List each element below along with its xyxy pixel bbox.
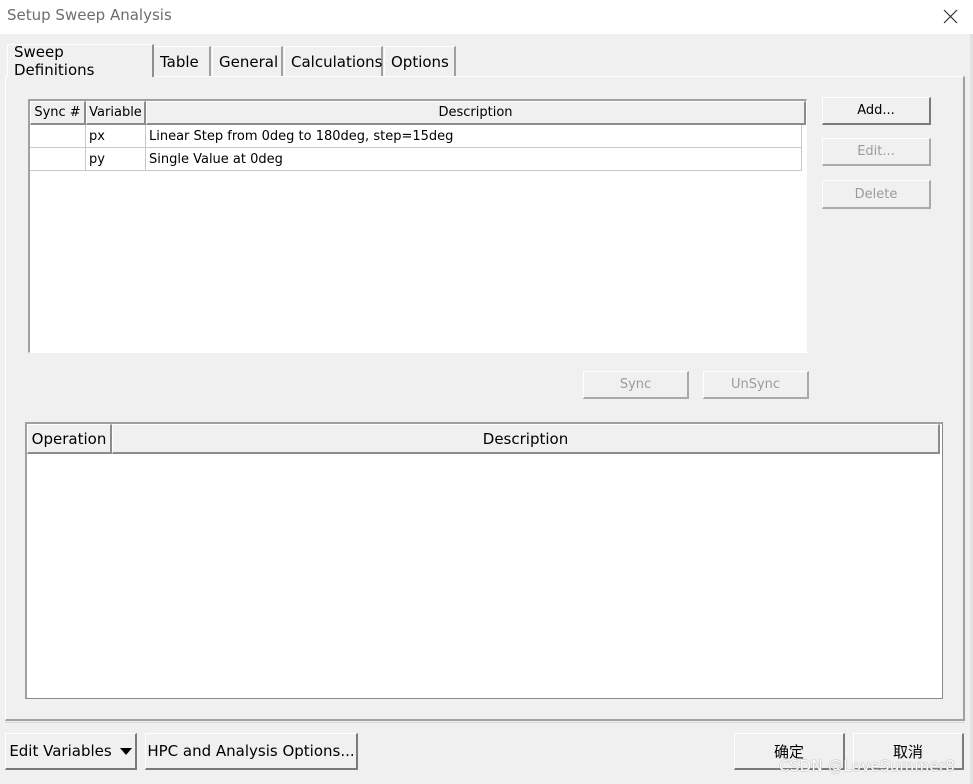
- table-row-variable-cell[interactable]: px: [86, 125, 146, 148]
- tab-options[interactable]: Options: [384, 46, 456, 76]
- edit-button[interactable]: Edit...: [822, 138, 931, 166]
- button-label: Add...: [857, 103, 895, 118]
- table-row-description-cell[interactable]: Single Value at 0deg: [146, 148, 802, 171]
- table-row-sync-cell[interactable]: [30, 148, 86, 171]
- column-header-label: Variable: [89, 105, 142, 120]
- column-header-description[interactable]: Description: [146, 101, 806, 125]
- tab-table[interactable]: Table: [153, 46, 211, 76]
- column-header-label: Description: [438, 105, 513, 120]
- tab-label: Options: [391, 52, 449, 71]
- operation-table[interactable]: Operation Description: [25, 422, 943, 699]
- sweep-definitions-table[interactable]: Sync # Variable Description px Linear St…: [28, 99, 807, 353]
- watermark: CSDN @LoveSummer8: [779, 757, 956, 775]
- tab-label: General: [219, 52, 279, 71]
- column-header-description[interactable]: Description: [112, 424, 940, 454]
- table-row-variable-cell[interactable]: py: [86, 148, 146, 171]
- column-header-sync[interactable]: Sync #: [30, 101, 86, 125]
- button-label: UnSync: [730, 377, 781, 392]
- tab-label: Table: [160, 52, 199, 71]
- close-icon: [943, 9, 957, 23]
- table-row-sync-cell[interactable]: [30, 125, 86, 148]
- button-label: Sync: [619, 377, 652, 392]
- footer-divider: [5, 722, 965, 723]
- window-title: Setup Sweep Analysis: [7, 6, 172, 24]
- hpc-analysis-options-button[interactable]: HPC and Analysis Options...: [145, 733, 358, 770]
- caret-down-icon: [119, 747, 132, 755]
- tab-general[interactable]: General: [212, 46, 283, 76]
- setup-sweep-dialog: Setup Sweep Analysis Sweep Definitions T…: [0, 0, 973, 784]
- column-header-label: Description: [482, 429, 569, 448]
- button-label: Delete: [854, 186, 898, 202]
- column-header-label: Operation: [31, 429, 107, 448]
- column-header-operation[interactable]: Operation: [27, 424, 112, 454]
- tab-label: Calculations: [291, 52, 383, 71]
- close-button[interactable]: [936, 4, 964, 28]
- title-bar: Setup Sweep Analysis: [0, 0, 973, 34]
- edit-variables-dropdown[interactable]: Edit Variables: [5, 733, 137, 770]
- table-row-description-cell[interactable]: Linear Step from 0deg to 180deg, step=15…: [146, 125, 802, 148]
- button-label: Edit...: [857, 144, 895, 159]
- tab-sweep-definitions[interactable]: Sweep Definitions: [7, 43, 154, 79]
- column-header-variable[interactable]: Variable: [86, 101, 146, 125]
- sync-button[interactable]: Sync: [583, 371, 689, 399]
- button-label: Edit Variables: [9, 742, 112, 760]
- column-header-label: Sync #: [34, 105, 81, 120]
- button-label: HPC and Analysis Options...: [147, 742, 355, 760]
- add-button[interactable]: Add...: [822, 97, 931, 125]
- tab-label: Sweep Definitions: [14, 43, 95, 79]
- tab-calculations[interactable]: Calculations: [284, 46, 383, 76]
- delete-button[interactable]: Delete: [822, 180, 931, 209]
- unsync-button[interactable]: UnSync: [703, 371, 809, 399]
